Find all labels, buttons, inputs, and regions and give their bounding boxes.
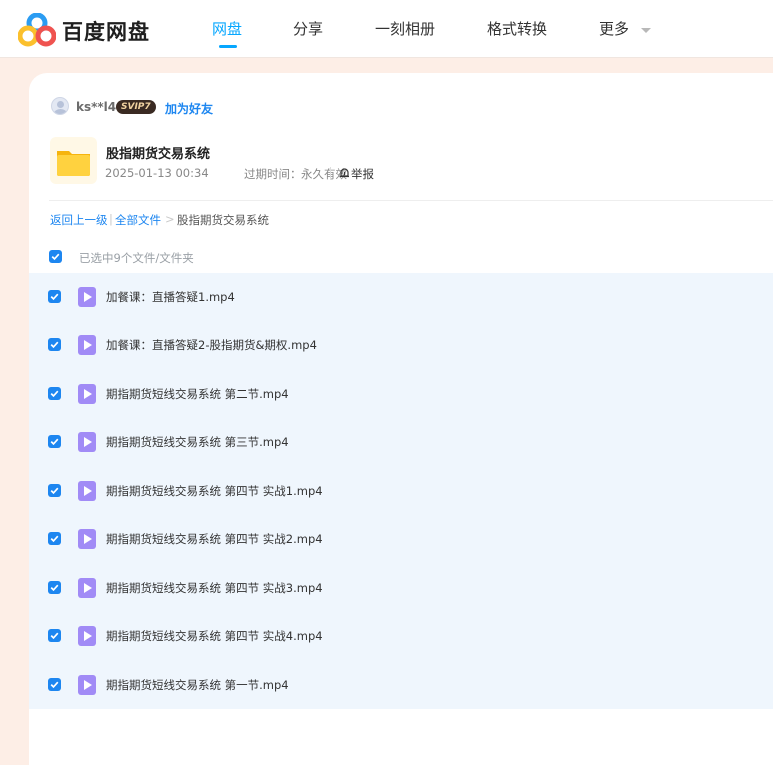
breadcrumb: 返回上一级 | 全部文件 > 股指期货交易系统 [50, 212, 450, 228]
breadcrumb-separator: > [165, 212, 175, 226]
video-file-icon [78, 481, 96, 501]
checkmark-icon [50, 341, 59, 349]
nav-photo-album[interactable]: 一刻相册 [375, 18, 435, 39]
row-checkbox[interactable] [48, 387, 61, 400]
row-checkbox[interactable] [48, 484, 61, 497]
checkmark-icon [50, 487, 59, 495]
checkmark-icon [50, 535, 59, 543]
file-row[interactable]: 期指期货短线交易系统 第三节.mp4 [29, 418, 773, 466]
share-date: 2025-01-13 00:34 [105, 166, 209, 180]
file-list: 加餐课：直播答疑1.mp4 加餐课：直播答疑2-股指期货&期权.mp4 期指期货… [29, 273, 773, 709]
video-file-icon [78, 432, 96, 452]
breadcrumb-current: 股指期货交易系统 [177, 213, 269, 227]
video-file-icon [78, 335, 96, 355]
file-name[interactable]: 期指期货短线交易系统 第三节.mp4 [106, 434, 289, 450]
video-file-icon [78, 384, 96, 404]
video-file-icon [78, 675, 96, 695]
add-friend-button[interactable]: 加为好友 [165, 100, 213, 117]
row-checkbox[interactable] [48, 435, 61, 448]
file-row[interactable]: 期指期货短线交易系统 第四节 实战3.mp4 [29, 564, 773, 612]
chevron-down-icon[interactable] [641, 28, 651, 33]
file-name[interactable]: 加餐课：直播答疑2-股指期货&期权.mp4 [106, 337, 317, 353]
file-row[interactable]: 期指期货短线交易系统 第四节 实战1.mp4 [29, 467, 773, 515]
vip-badge: SVIP7 [116, 100, 156, 114]
checkmark-icon [50, 632, 59, 640]
divider [49, 200, 773, 201]
selection-count: 已选中9个文件/文件夹 [79, 251, 194, 265]
file-name[interactable]: 期指期货短线交易系统 第二节.mp4 [106, 386, 289, 402]
share-meta: 2025-01-13 00:34 过期时间： 永久有效 举报 [105, 166, 505, 182]
file-name[interactable]: 期指期货短线交易系统 第四节 实战4.mp4 [106, 628, 323, 644]
video-file-icon [78, 529, 96, 549]
avatar[interactable] [51, 97, 69, 115]
username[interactable]: ks**l4 [76, 100, 116, 114]
nav-active-indicator [219, 45, 237, 48]
share-card: ks**l4 SVIP7 加为好友 股指期货交易系统 2025-01-13 00… [29, 73, 773, 765]
file-row[interactable]: 期指期货短线交易系统 第一节.mp4 [29, 661, 773, 709]
checkmark-icon [50, 438, 59, 446]
file-row[interactable]: 加餐课：直播答疑1.mp4 [29, 273, 773, 321]
cloud-logo-icon [18, 13, 56, 47]
report-label: 举报 [351, 167, 374, 181]
meta-divider [330, 167, 331, 180]
checkmark-icon [50, 293, 59, 301]
select-all-checkbox[interactable] [49, 250, 62, 263]
file-name[interactable]: 期指期货短线交易系统 第四节 实战3.mp4 [106, 580, 323, 596]
nav-format-convert[interactable]: 格式转换 [487, 18, 547, 39]
top-nav-bar: 百度网盘 网盘 分享 一刻相册 格式转换 更多 [0, 0, 773, 58]
baidu-netdisk-logo[interactable]: 百度网盘 [18, 13, 158, 47]
file-row[interactable]: 期指期货短线交易系统 第四节 实战4.mp4 [29, 612, 773, 660]
nav-share[interactable]: 分享 [293, 18, 323, 39]
nav-more[interactable]: 更多 [599, 18, 629, 39]
share-title: 股指期货交易系统 [106, 147, 211, 162]
nav-netdisk[interactable]: 网盘 [212, 18, 242, 39]
alarm-icon [340, 168, 349, 178]
file-row[interactable]: 期指期货短线交易系统 第四节 实战2.mp4 [29, 515, 773, 563]
checkmark-icon [51, 253, 60, 261]
row-checkbox[interactable] [48, 532, 61, 545]
row-checkbox[interactable] [48, 581, 61, 594]
file-name[interactable]: 期指期货短线交易系统 第一节.mp4 [106, 677, 289, 693]
sharer-info: ks**l4 SVIP7 加为好友 [51, 97, 351, 117]
file-row[interactable]: 期指期货短线交易系统 第二节.mp4 [29, 370, 773, 418]
logo-text: 百度网盘 [62, 20, 150, 44]
row-checkbox[interactable] [48, 338, 61, 351]
row-checkbox[interactable] [48, 290, 61, 303]
file-name[interactable]: 期指期货短线交易系统 第四节 实战2.mp4 [106, 531, 323, 547]
row-checkbox[interactable] [48, 629, 61, 642]
file-row[interactable]: 加餐课：直播答疑2-股指期货&期权.mp4 [29, 321, 773, 369]
breadcrumb-back[interactable]: 返回上一级 [50, 212, 108, 228]
video-file-icon [78, 287, 96, 307]
file-name[interactable]: 加餐课：直播答疑1.mp4 [106, 289, 235, 305]
breadcrumb-all-files[interactable]: 全部文件 [115, 212, 161, 228]
breadcrumb-separator: | [109, 212, 113, 226]
expire-label: 过期时间： [244, 167, 302, 181]
row-checkbox[interactable] [48, 678, 61, 691]
video-file-icon [78, 578, 96, 598]
file-name[interactable]: 期指期货短线交易系统 第四节 实战1.mp4 [106, 483, 323, 499]
checkmark-icon [50, 681, 59, 689]
checkmark-icon [50, 390, 59, 398]
folder-icon [50, 137, 97, 184]
video-file-icon [78, 626, 96, 646]
checkmark-icon [50, 584, 59, 592]
